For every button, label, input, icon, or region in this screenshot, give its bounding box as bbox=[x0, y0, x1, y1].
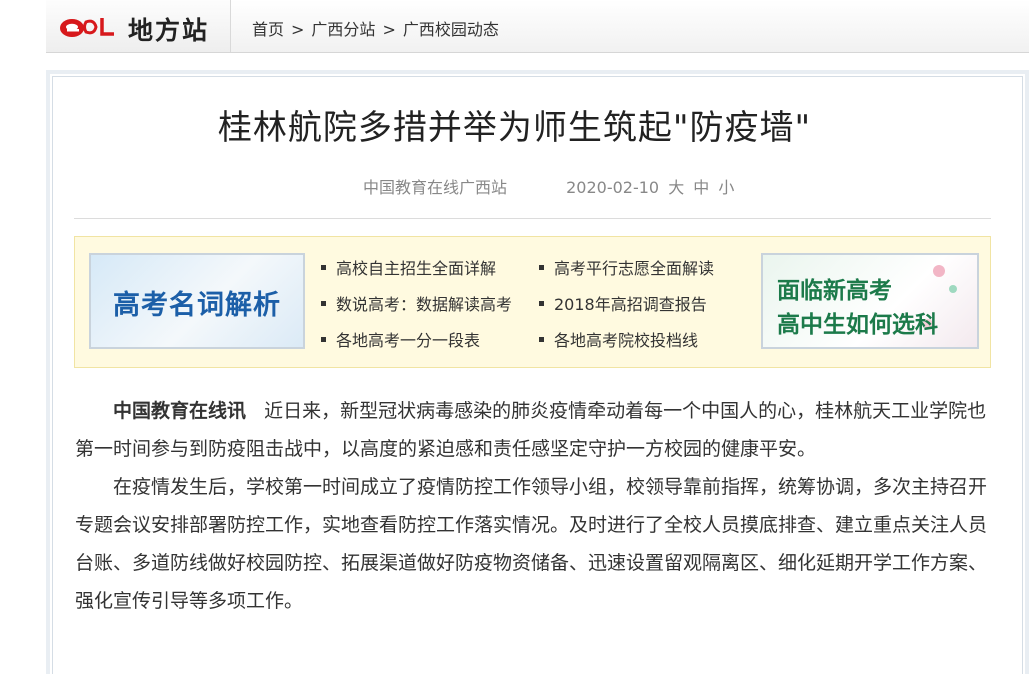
decorative-dot bbox=[933, 265, 945, 277]
article-title: 桂林航院多措并举为师生筑起"防疫墙" bbox=[217, 108, 812, 148]
decorative-dot bbox=[949, 285, 957, 293]
banner-right-line2: 高中生如何选科 bbox=[777, 312, 938, 338]
lead-source: 中国教育在线讯 bbox=[113, 400, 247, 422]
promo-link[interactable]: 2018年高招调查报告 bbox=[539, 293, 714, 329]
article-date: 2020-02-10 bbox=[566, 178, 660, 197]
breadcrumb-separator: > bbox=[291, 20, 305, 39]
promo-link[interactable]: 各地高考院校投档线 bbox=[539, 329, 714, 365]
article-paragraph: 中国教育在线讯 近日来，新型冠状病毒感染的肺炎疫情牵动着每一个中国人的心，桂林航… bbox=[75, 392, 987, 468]
new-gaokao-banner[interactable]: 面临新高考 高中生如何选科 bbox=[761, 253, 979, 349]
breadcrumb-campus-news[interactable]: 广西校园动态 bbox=[403, 20, 499, 39]
promo-link[interactable]: 高校自主招生全面详解 bbox=[321, 257, 512, 293]
article-body: 中国教育在线讯 近日来，新型冠状病毒感染的肺炎疫情牵动着每一个中国人的心，桂林航… bbox=[75, 392, 987, 620]
font-size-large[interactable]: 大 bbox=[668, 178, 684, 197]
breadcrumb-guangxi[interactable]: 广西分站 bbox=[311, 20, 375, 39]
gaokao-terms-banner[interactable]: 高考名词解析 bbox=[89, 253, 305, 349]
breadcrumb: 首页 > 广西分站 > 广西校园动态 bbox=[252, 16, 499, 40]
font-size-small[interactable]: 小 bbox=[718, 178, 734, 197]
banner-right-line1: 面临新高考 bbox=[777, 278, 892, 304]
breadcrumb-separator: > bbox=[382, 20, 396, 39]
site-logo[interactable]: 地方站 bbox=[46, 0, 231, 52]
promo-links-col1: 高校自主招生全面详解 数说高考：数据解读高考 各地高考一分一段表 bbox=[321, 257, 512, 365]
promo-link[interactable]: 各地高考一分一段表 bbox=[321, 329, 512, 365]
font-size-medium[interactable]: 中 bbox=[693, 178, 709, 197]
article-meta: 中国教育在线广西站 2020-02-10 大 中 小 bbox=[363, 174, 734, 198]
article-source: 中国教育在线广西站 bbox=[363, 178, 508, 197]
promo-links-col2: 高考平行志愿全面解读 2018年高招调查报告 各地高考院校投档线 bbox=[539, 257, 714, 365]
promo-link[interactable]: 高考平行志愿全面解读 bbox=[539, 257, 714, 293]
banner-left-text: 高考名词解析 bbox=[113, 290, 281, 321]
article-paragraph: 在疫情发生后，学校第一时间成立了疫情防控工作领导小组，校领导靠前指挥，统筹协调，… bbox=[75, 476, 988, 612]
promo-link[interactable]: 数说高考：数据解读高考 bbox=[321, 293, 512, 329]
divider bbox=[74, 218, 991, 219]
promo-box: 高考名词解析 高校自主招生全面详解 数说高考：数据解读高考 各地高考一分一段表 … bbox=[74, 236, 991, 368]
breadcrumb-home[interactable]: 首页 bbox=[252, 20, 284, 39]
logo-text: 地方站 bbox=[128, 16, 210, 45]
eol-logo-icon bbox=[60, 18, 114, 37]
